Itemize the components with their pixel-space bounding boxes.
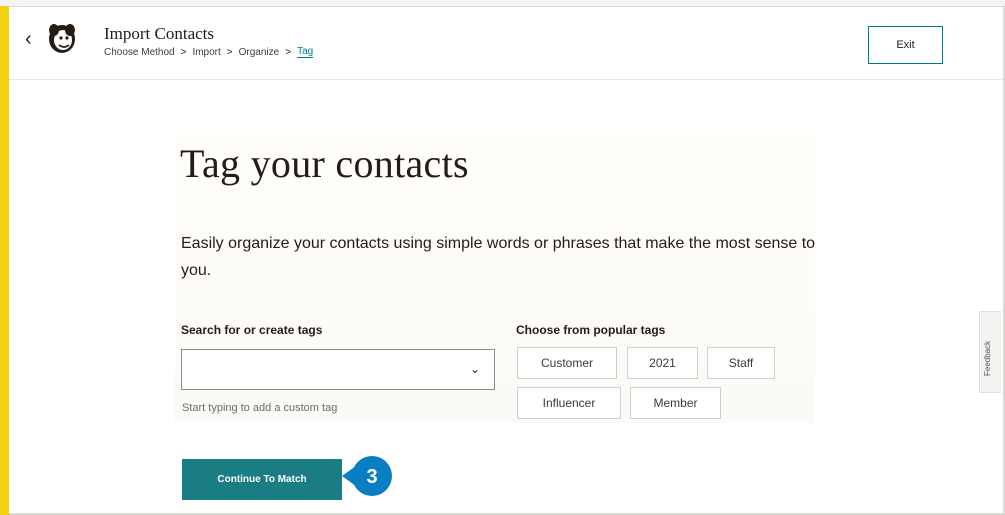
- step-3-callout-badge: 3: [342, 456, 392, 496]
- feedback-label: Feedback: [983, 340, 992, 376]
- mailchimp-logo-icon: [49, 24, 75, 53]
- page-description: Easily organize your contacts using simp…: [181, 235, 816, 279]
- tag-staff[interactable]: Staff: [707, 347, 775, 379]
- page-header-title: Import Contacts: [104, 24, 215, 43]
- exit-button[interactable]: Exit: [868, 26, 943, 64]
- tag-customer[interactable]: Customer: [517, 347, 617, 379]
- breadcrumb-separator: >: [180, 46, 187, 58]
- window-top-border: [0, 0, 1005, 7]
- breadcrumb-import[interactable]: Import: [192, 47, 220, 58]
- page-title: Tag your contacts: [180, 141, 469, 186]
- continue-to-match-button[interactable]: Continue To Match: [182, 459, 342, 500]
- step-number: 3: [366, 466, 377, 488]
- popular-tags-label: Choose from popular tags: [516, 323, 666, 337]
- tag-member[interactable]: Member: [630, 387, 721, 419]
- search-tags-label: Search for or create tags: [181, 323, 323, 337]
- breadcrumb-tag: Tag: [297, 46, 314, 58]
- search-tags-input[interactable]: ⌄: [181, 349, 495, 390]
- header: ‹ Import Contacts Choose Method > Import…: [9, 7, 1003, 80]
- breadcrumb-separator: >: [226, 46, 233, 58]
- feedback-tab[interactable]: Feedback: [979, 311, 1001, 393]
- breadcrumb-choose-method[interactable]: Choose Method: [104, 47, 175, 58]
- breadcrumb: Choose Method > Import > Organize > Tag: [104, 46, 314, 58]
- chevron-down-icon[interactable]: ⌄: [470, 362, 480, 376]
- breadcrumb-separator: >: [285, 46, 292, 58]
- tag-2021[interactable]: 2021: [627, 347, 698, 379]
- tag-influencer[interactable]: Influencer: [517, 387, 621, 419]
- breadcrumb-organize[interactable]: Organize: [239, 47, 280, 58]
- search-helper-text: Start typing to add a custom tag: [182, 402, 338, 414]
- back-arrow-icon[interactable]: ‹: [25, 29, 41, 49]
- left-accent-bar: [0, 6, 9, 515]
